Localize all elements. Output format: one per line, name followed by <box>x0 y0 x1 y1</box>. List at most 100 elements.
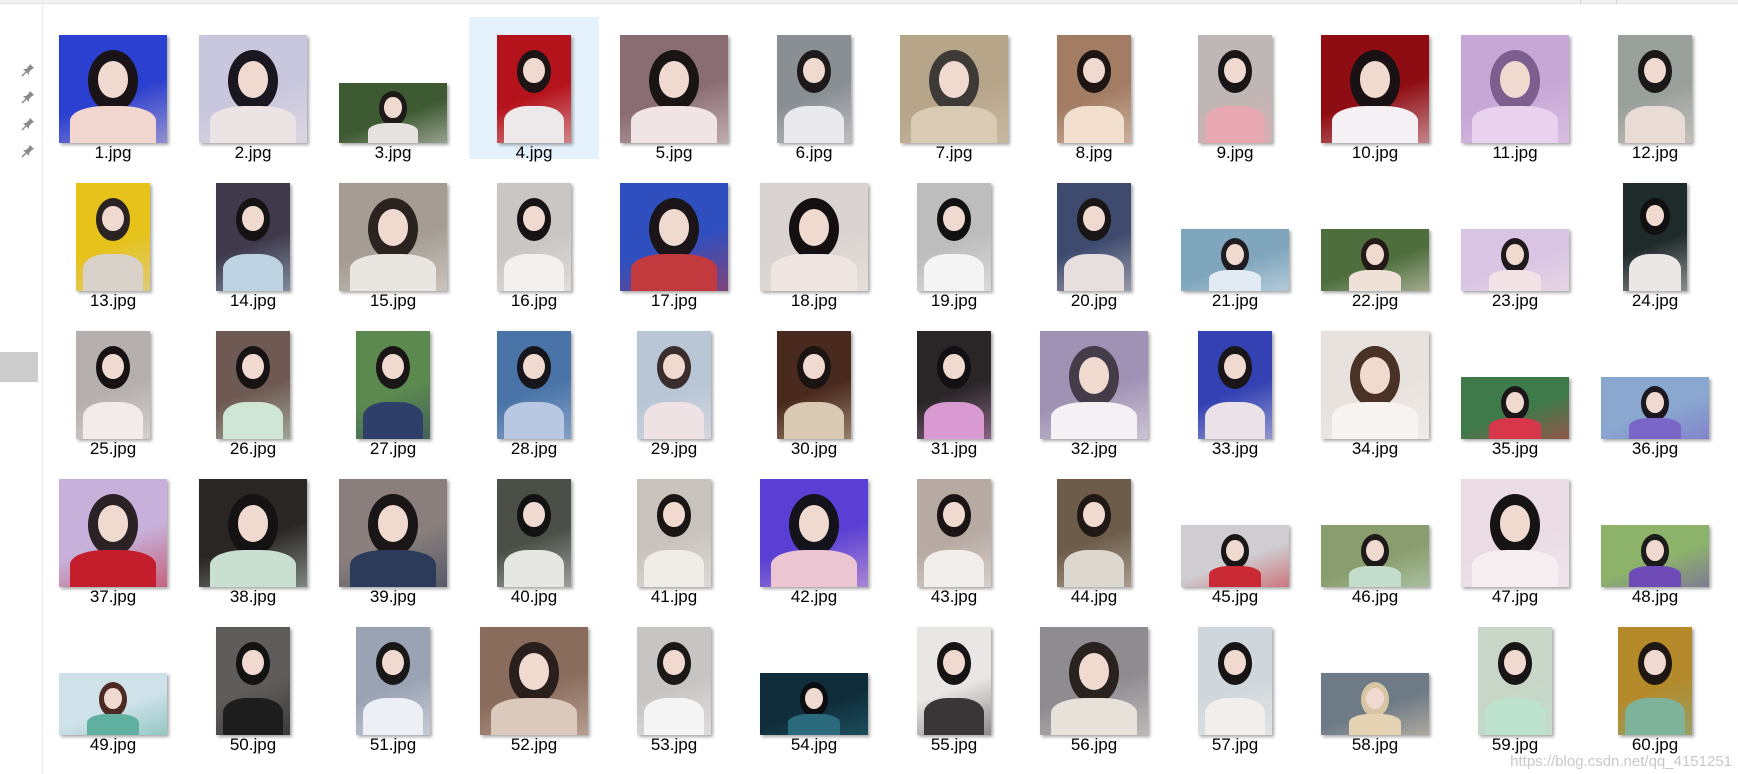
image-thumbnail[interactable] <box>339 183 447 291</box>
file-item[interactable]: 30.jpg <box>749 313 879 458</box>
file-item[interactable]: 58.jpg <box>1310 609 1440 754</box>
nav-scrollbar-thumb[interactable] <box>0 352 38 382</box>
image-thumbnail[interactable] <box>1057 183 1131 291</box>
image-thumbnail[interactable] <box>76 183 150 291</box>
file-item[interactable]: 45.jpg <box>1170 461 1300 606</box>
image-thumbnail[interactable] <box>637 627 711 735</box>
image-thumbnail[interactable] <box>637 479 711 587</box>
image-thumbnail[interactable] <box>339 479 447 587</box>
image-thumbnail[interactable] <box>1461 479 1569 587</box>
image-thumbnail[interactable] <box>339 83 447 143</box>
file-item[interactable]: 26.jpg <box>188 313 318 458</box>
image-thumbnail[interactable] <box>1057 479 1131 587</box>
image-thumbnail[interactable] <box>760 479 868 587</box>
file-item[interactable]: 41.jpg <box>609 461 739 606</box>
file-item[interactable]: 43.jpg <box>889 461 1019 606</box>
image-thumbnail[interactable] <box>1478 627 1552 735</box>
image-thumbnail[interactable] <box>59 673 167 735</box>
image-thumbnail[interactable] <box>1198 627 1272 735</box>
image-thumbnail[interactable] <box>620 183 728 291</box>
image-thumbnail[interactable] <box>1321 35 1429 143</box>
image-thumbnail[interactable] <box>1321 229 1429 291</box>
file-item[interactable]: 7.jpg <box>889 17 1019 162</box>
image-thumbnail[interactable] <box>1321 673 1429 735</box>
image-thumbnail[interactable] <box>1601 525 1709 587</box>
file-item[interactable]: 42.jpg <box>749 461 879 606</box>
image-thumbnail[interactable] <box>1618 627 1692 735</box>
file-item[interactable]: 47.jpg <box>1450 461 1580 606</box>
file-item[interactable]: 12.jpg <box>1590 17 1720 162</box>
file-item[interactable]: 36.jpg <box>1590 313 1720 458</box>
file-item[interactable]: 39.jpg <box>328 461 458 606</box>
file-item[interactable]: 10.jpg <box>1310 17 1440 162</box>
file-item[interactable]: 49.jpg <box>48 609 178 754</box>
image-thumbnail[interactable] <box>497 479 571 587</box>
image-thumbnail[interactable] <box>900 35 1008 143</box>
image-thumbnail[interactable] <box>216 627 290 735</box>
file-item[interactable]: 14.jpg <box>188 165 318 310</box>
pin-icon[interactable] <box>20 89 36 105</box>
file-item[interactable]: 21.jpg <box>1170 165 1300 310</box>
pin-icon[interactable] <box>20 116 36 132</box>
file-item[interactable]: 5.jpg <box>609 17 739 162</box>
image-thumbnail[interactable] <box>59 35 167 143</box>
file-item[interactable]: 25.jpg <box>48 313 178 458</box>
image-thumbnail[interactable] <box>1461 377 1569 439</box>
pin-icon[interactable] <box>20 62 36 78</box>
image-thumbnail[interactable] <box>1040 331 1148 439</box>
file-item[interactable]: 17.jpg <box>609 165 739 310</box>
image-thumbnail[interactable] <box>1181 229 1289 291</box>
file-item[interactable]: 8.jpg <box>1029 17 1159 162</box>
file-item[interactable]: 38.jpg <box>188 461 318 606</box>
image-thumbnail[interactable] <box>760 673 868 735</box>
file-item[interactable]: 22.jpg <box>1310 165 1440 310</box>
file-item[interactable]: 15.jpg <box>328 165 458 310</box>
file-item[interactable]: 23.jpg <box>1450 165 1580 310</box>
pin-icon[interactable] <box>20 143 36 159</box>
image-thumbnail[interactable] <box>1321 331 1429 439</box>
image-thumbnail[interactable] <box>917 331 991 439</box>
file-item[interactable]: 20.jpg <box>1029 165 1159 310</box>
file-item[interactable]: 31.jpg <box>889 313 1019 458</box>
image-thumbnail[interactable] <box>356 331 430 439</box>
file-item[interactable]: 9.jpg <box>1170 17 1300 162</box>
file-item[interactable]: 55.jpg <box>889 609 1019 754</box>
image-thumbnail[interactable] <box>1461 229 1569 291</box>
image-thumbnail[interactable] <box>76 331 150 439</box>
image-thumbnail[interactable] <box>777 35 851 143</box>
file-item[interactable]: 51.jpg <box>328 609 458 754</box>
image-thumbnail[interactable] <box>917 183 991 291</box>
image-thumbnail[interactable] <box>1623 183 1687 291</box>
image-thumbnail[interactable] <box>497 35 571 143</box>
image-thumbnail[interactable] <box>620 35 728 143</box>
file-item[interactable]: 16.jpg <box>469 165 599 310</box>
file-item[interactable]: 54.jpg <box>749 609 879 754</box>
file-item[interactable]: 24.jpg <box>1590 165 1720 310</box>
file-item[interactable]: 35.jpg <box>1450 313 1580 458</box>
image-thumbnail[interactable] <box>216 331 290 439</box>
image-thumbnail[interactable] <box>1601 377 1709 439</box>
file-item[interactable]: 52.jpg <box>469 609 599 754</box>
image-thumbnail[interactable] <box>917 479 991 587</box>
image-thumbnail[interactable] <box>1198 35 1272 143</box>
file-item[interactable]: 2.jpg <box>188 17 318 162</box>
image-thumbnail[interactable] <box>497 183 571 291</box>
file-item[interactable]: 40.jpg <box>469 461 599 606</box>
file-item[interactable]: 6.jpg <box>749 17 879 162</box>
file-item[interactable]: 56.jpg <box>1029 609 1159 754</box>
file-item[interactable]: 44.jpg <box>1029 461 1159 606</box>
image-thumbnail[interactable] <box>1461 35 1569 143</box>
file-item[interactable]: 48.jpg <box>1590 461 1720 606</box>
image-thumbnail[interactable] <box>199 35 307 143</box>
file-item[interactable]: 3.jpg <box>328 17 458 162</box>
image-thumbnail[interactable] <box>760 183 868 291</box>
file-item[interactable]: 18.jpg <box>749 165 879 310</box>
file-item[interactable]: 29.jpg <box>609 313 739 458</box>
file-item[interactable]: 59.jpg <box>1450 609 1580 754</box>
file-item[interactable]: 50.jpg <box>188 609 318 754</box>
image-thumbnail[interactable] <box>480 627 588 735</box>
image-thumbnail[interactable] <box>637 331 711 439</box>
image-thumbnail[interactable] <box>777 331 851 439</box>
file-item[interactable]: 46.jpg <box>1310 461 1440 606</box>
file-item[interactable]: 53.jpg <box>609 609 739 754</box>
